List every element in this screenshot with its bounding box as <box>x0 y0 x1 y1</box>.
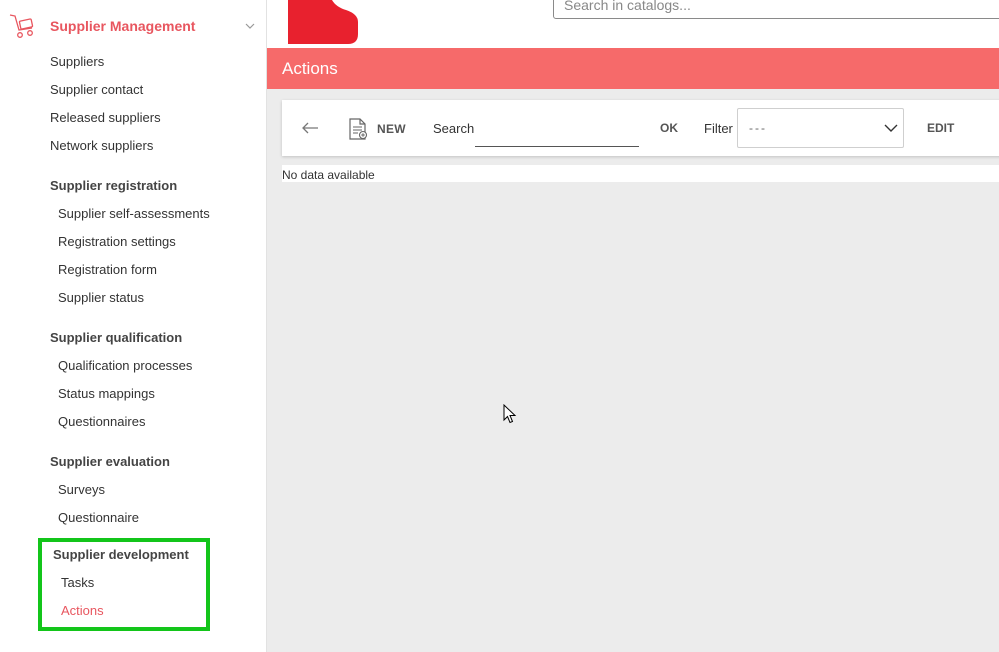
sidebar-item-network-suppliers[interactable]: Network suppliers <box>50 138 153 153</box>
ok-button[interactable]: OK <box>660 121 678 135</box>
sidebar-group-supplier-development: Supplier development <box>53 547 189 562</box>
sidebar-item-supplier-contact[interactable]: Supplier contact <box>50 82 143 97</box>
sidebar-item-qualification-processes[interactable]: Qualification processes <box>58 358 192 373</box>
sidebar-item-questionnaire[interactable]: Questionnaire <box>58 510 139 525</box>
sidebar-item-status-mappings[interactable]: Status mappings <box>58 386 155 401</box>
catalog-search <box>553 0 999 19</box>
filter-label: Filter <box>704 121 733 136</box>
empty-state-message: No data available <box>282 168 375 182</box>
search-input[interactable] <box>475 118 639 147</box>
edit-button[interactable]: EDIT <box>927 121 954 135</box>
new-button[interactable]: NEW <box>348 118 406 140</box>
sidebar-item-supplier-self-assessments[interactable]: Supplier self-assessments <box>58 206 210 221</box>
sidebar-item-suppliers[interactable]: Suppliers <box>50 54 104 69</box>
arrow-left-icon[interactable] <box>300 119 320 137</box>
sidebar-item-released-suppliers[interactable]: Released suppliers <box>50 110 161 125</box>
empty-state: No data available <box>282 165 999 182</box>
catalog-search-input[interactable] <box>554 0 999 18</box>
sidebar-item-registration-form[interactable]: Registration form <box>58 262 157 277</box>
app-root: Supplier Management Suppliers Supplier c… <box>0 0 999 652</box>
new-document-icon <box>349 118 368 140</box>
sidebar-group-supplier-evaluation: Supplier evaluation <box>50 454 170 469</box>
search-label: Search <box>433 121 475 136</box>
chevron-down-icon[interactable] <box>244 20 256 32</box>
page-title: Actions <box>282 59 338 78</box>
toolbar: NEW Search OK Filter --- EDIT <box>282 100 999 156</box>
cart-icon <box>9 14 34 38</box>
filter-select-value: --- <box>749 121 767 135</box>
sidebar-item-questionnaires[interactable]: Questionnaires <box>58 414 145 429</box>
module-header-supplier-management[interactable]: Supplier Management <box>0 8 266 44</box>
sidebar: Supplier Management Suppliers Supplier c… <box>0 0 267 652</box>
sidebar-item-surveys[interactable]: Surveys <box>58 482 105 497</box>
chevron-down-icon <box>884 124 898 132</box>
module-title: Supplier Management <box>50 18 196 34</box>
filter-select[interactable]: --- <box>737 108 904 148</box>
sidebar-item-registration-settings[interactable]: Registration settings <box>58 234 176 249</box>
sidebar-item-supplier-status[interactable]: Supplier status <box>58 290 144 305</box>
sidebar-group-supplier-registration: Supplier registration <box>50 178 178 193</box>
mouse-cursor-icon <box>503 404 517 424</box>
sidebar-item-actions[interactable]: Actions <box>61 603 104 618</box>
sidebar-group-supplier-qualification: Supplier qualification <box>50 330 183 345</box>
sidebar-item-tasks[interactable]: Tasks <box>61 575 94 590</box>
new-button-label: NEW <box>377 122 406 136</box>
brand-logo <box>288 0 358 44</box>
page-title-bar: Actions <box>267 48 999 89</box>
